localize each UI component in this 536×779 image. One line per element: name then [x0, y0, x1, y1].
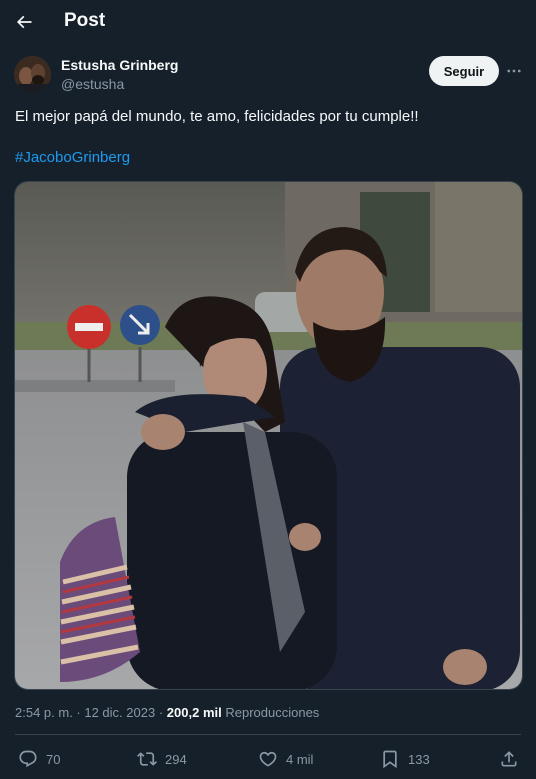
follow-button[interactable]: Seguir: [429, 56, 499, 86]
meta-separator: ·: [158, 705, 164, 720]
avatar[interactable]: [14, 56, 51, 93]
more-button[interactable]: [502, 60, 526, 82]
post-photo[interactable]: [14, 181, 523, 690]
bookmark-count: 133: [408, 751, 430, 767]
more-horizontal-icon: [507, 69, 521, 73]
avatar-image: [14, 56, 51, 93]
share-icon: [501, 751, 517, 767]
views-label: Reproducciones: [225, 705, 320, 720]
repost-icon: [137, 752, 157, 766]
views-count: 200,2 mil: [166, 705, 222, 720]
author-handle[interactable]: @estusha: [61, 76, 124, 92]
repost-count: 294: [165, 751, 187, 767]
back-button[interactable]: [8, 6, 40, 38]
reply-count: 70: [46, 751, 61, 767]
divider: [15, 734, 521, 735]
post-meta: 2:54 p. m. · 12 dic. 2023 · 200,2 mil Re…: [15, 705, 319, 720]
top-bar: Post: [0, 0, 536, 44]
post-text: El mejor papá del mundo, te amo, felicid…: [15, 108, 419, 125]
hashtag-link[interactable]: #JacoboGrinberg: [15, 149, 130, 166]
reply-button[interactable]: 70: [18, 747, 60, 771]
bookmark-button[interactable]: 133: [380, 747, 430, 771]
author-name[interactable]: Estusha Grinberg: [61, 57, 178, 73]
repost-button[interactable]: 294: [137, 747, 187, 771]
arrow-left-icon: [16, 15, 32, 29]
like-button[interactable]: 4 mil: [258, 747, 313, 771]
share-button[interactable]: [499, 747, 519, 771]
reply-icon: [19, 750, 37, 768]
page-title: Post: [64, 10, 106, 31]
heart-icon: [259, 751, 277, 767]
like-count: 4 mil: [286, 751, 314, 767]
bookmark-icon: [383, 750, 397, 769]
photo-image: [15, 182, 522, 689]
post-timestamp[interactable]: 2:54 p. m. · 12 dic. 2023: [15, 705, 155, 720]
